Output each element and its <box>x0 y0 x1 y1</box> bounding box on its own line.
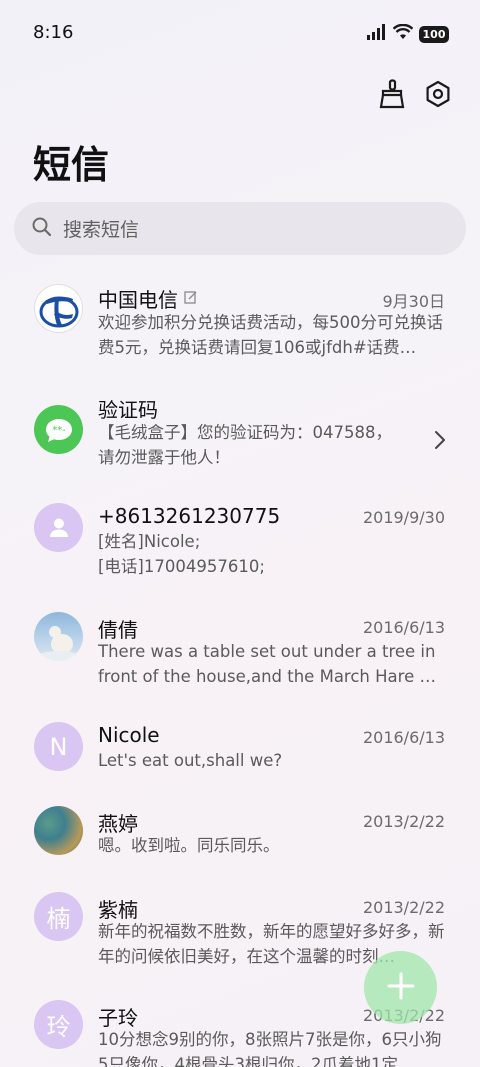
battery-icon: 100 <box>419 25 449 43</box>
broom-icon[interactable] <box>378 78 406 110</box>
avatar: N <box>34 722 83 771</box>
avatar: 楠 <box>34 892 83 941</box>
message-date: 2019/9/30 <box>362 508 445 527</box>
message-preview: 欢迎参加积分兑换话费活动，每500分可兑换话费5元，兑换话费请回复106或jfd… <box>98 313 443 357</box>
status-time: 8:16 <box>33 22 74 43</box>
page-title: 短信 <box>33 143 110 187</box>
list-item[interactable]: 倩倩 2016/6/13 There was a table set out u… <box>0 602 480 710</box>
message-preview: [姓名]Nicole; [电话]17004957610; <box>98 532 265 576</box>
list-item[interactable]: 中国电信 9月30日 欢迎参加积分兑换话费活动，每500分可兑换话费5元，兑换话… <box>0 270 480 380</box>
chat-bubble-icon: **- <box>34 405 83 454</box>
top-actions <box>378 78 452 110</box>
list-item[interactable]: **- 验证码 【毛绒盒子】您的验证码为：047588，请勿泄露于他人！ <box>0 382 480 490</box>
wifi-icon <box>392 23 414 44</box>
avatar: 玲 <box>34 1000 83 1049</box>
landscape-photo <box>34 806 83 855</box>
china-telecom-logo <box>34 284 83 333</box>
message-preview: 10分想念9别的你，8张照片7张是你，6只小狗5只像你，4根骨头3根归你，2爪着… <box>98 1030 442 1067</box>
contact-name: 中国电信 <box>98 288 178 312</box>
message-date: 2016/6/13 <box>362 728 445 747</box>
status-bar: 8:16 100 <box>0 0 480 66</box>
message-preview: Let's eat out,shall we? <box>98 751 283 770</box>
chevron-right-icon[interactable] <box>434 430 446 454</box>
signal-icon <box>367 24 387 44</box>
list-item[interactable]: +8613261230775 2019/9/30 [姓名]Nicole; [电话… <box>0 492 480 600</box>
search-icon <box>31 216 53 242</box>
new-message-button[interactable] <box>364 951 437 1024</box>
message-preview: 嗯。收到啦。同乐同乐。 <box>98 836 280 855</box>
plus-icon <box>386 971 416 1005</box>
search-placeholder: 搜索短信 <box>63 219 140 241</box>
person-icon <box>34 503 83 552</box>
svg-text:**-: **- <box>52 425 66 436</box>
list-item[interactable]: 燕婷 2013/2/22 嗯。收到啦。同乐同乐。 <box>0 798 480 882</box>
message-date: 2016/6/13 <box>362 618 445 637</box>
contact-name: +8613261230775 <box>98 504 281 528</box>
edit-icon <box>184 289 198 308</box>
status-icons: 100 <box>367 23 449 44</box>
message-preview: There was a table set out under a tree i… <box>98 642 436 686</box>
message-date: 9月30日 <box>382 292 445 311</box>
polar-bear-photo <box>34 612 83 661</box>
message-date: 2013/2/22 <box>362 898 445 917</box>
contact-name: 验证码 <box>98 398 158 422</box>
settings-icon[interactable] <box>424 78 452 110</box>
contact-name: Nicole <box>98 723 160 747</box>
message-date: 2013/2/22 <box>362 812 445 831</box>
message-preview: 【毛绒盒子】您的验证码为：047588，请勿泄露于他人！ <box>98 423 392 467</box>
list-item[interactable]: N Nicole 2016/6/13 Let's eat out,shall w… <box>0 712 480 796</box>
search-input[interactable]: 搜索短信 <box>14 202 466 255</box>
